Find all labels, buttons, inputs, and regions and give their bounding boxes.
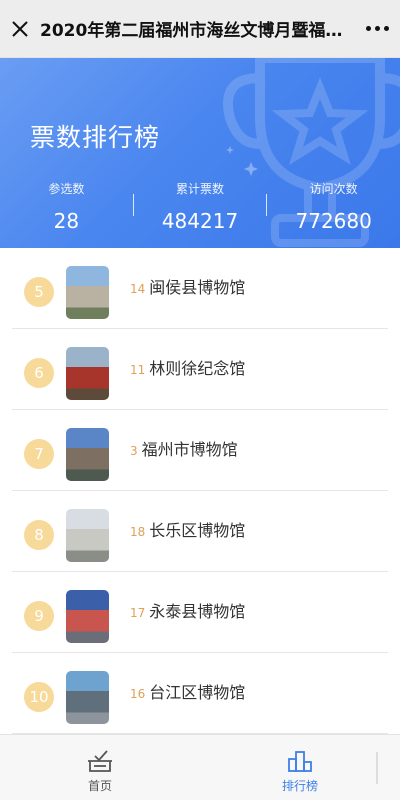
close-icon <box>12 20 28 37</box>
museum-name: 林则徐纪念馆 <box>149 359 246 378</box>
vote-count: 11 <box>130 363 146 377</box>
tab-ranking[interactable]: 排行榜 <box>200 735 400 800</box>
ranking-heading: 票数排行榜 <box>30 123 161 152</box>
stat-value: 772680 <box>295 209 372 233</box>
stat-label: 累计票数 <box>176 182 225 196</box>
page-title: 2020年第二届福州市海丝文博月暨福州... <box>40 21 354 41</box>
museum-thumbnail[interactable] <box>66 671 109 724</box>
stat-total-votes: 累计票数 484217 <box>134 178 267 238</box>
museum-name: 永泰县博物馆 <box>149 602 246 621</box>
list-item[interactable]: 10 16 台江区博物馆 <box>0 653 400 734</box>
museum-thumbnail[interactable] <box>66 428 109 481</box>
museum-thumbnail[interactable] <box>66 509 109 562</box>
stat-value: 484217 <box>161 209 239 233</box>
list-item[interactable]: 6 11 林则徐纪念馆 <box>0 329 400 410</box>
sparkle-icon <box>244 162 258 176</box>
rank-badge: 6 <box>24 358 54 388</box>
museum-name: 长乐区博物馆 <box>149 521 246 540</box>
vote-count: 3 <box>130 444 138 458</box>
museum-thumbnail[interactable] <box>66 590 109 643</box>
vote-count: 18 <box>130 525 146 539</box>
tab-home[interactable]: 首页 <box>0 735 200 800</box>
vote-count: 14 <box>130 282 146 296</box>
close-button[interactable] <box>0 0 40 58</box>
stat-value: 28 <box>53 209 80 233</box>
ranking-banner: 票数排行榜 参选数 28 累计票数 484217 访问次数 772680 <box>0 58 400 248</box>
sparkle-icon <box>226 146 234 154</box>
ranking-list: 5 14 闽侯县博物馆 6 11 林则徐纪念馆 7 3 福州市博物馆 8 18 … <box>0 248 400 734</box>
rank-badge: 5 <box>24 277 54 307</box>
stat-label: 访问次数 <box>309 182 358 196</box>
vote-count: 17 <box>130 606 146 620</box>
list-item[interactable]: 8 18 长乐区博物馆 <box>0 491 400 572</box>
rank-badge: 9 <box>24 601 54 631</box>
tab-ranking-label: 排行榜 <box>281 779 318 793</box>
stats-row: 参选数 28 累计票数 484217 访问次数 772680 <box>0 178 400 238</box>
bottom-tab-bar: 首页 排行榜 <box>0 734 400 800</box>
stat-visits: 访问次数 772680 <box>267 178 400 238</box>
stat-candidates: 参选数 28 <box>0 178 133 238</box>
list-item[interactable]: 7 3 福州市博物馆 <box>0 410 400 491</box>
ballot-box-icon <box>88 750 112 772</box>
ranking-podium-icon <box>288 751 312 772</box>
more-button[interactable] <box>354 0 400 58</box>
rank-badge: 8 <box>24 520 54 550</box>
museum-thumbnail[interactable] <box>66 347 109 400</box>
vote-count: 16 <box>130 687 146 701</box>
museum-thumbnail[interactable] <box>66 266 109 319</box>
tab-home-label: 首页 <box>87 779 112 793</box>
scroll-edge <box>376 752 378 784</box>
museum-name: 福州市博物馆 <box>141 440 238 459</box>
museum-name: 台江区博物馆 <box>149 683 246 702</box>
more-icon <box>365 26 371 31</box>
list-item[interactable]: 5 14 闽侯县博物馆 <box>0 248 400 329</box>
top-bar: 2020年第二届福州市海丝文博月暨福州... <box>0 0 400 58</box>
list-item[interactable]: 9 17 永泰县博物馆 <box>0 572 400 653</box>
rank-badge: 7 <box>24 439 54 469</box>
stat-label: 参选数 <box>48 182 85 196</box>
museum-name: 闽侯县博物馆 <box>149 278 246 297</box>
rank-badge: 10 <box>24 682 54 712</box>
